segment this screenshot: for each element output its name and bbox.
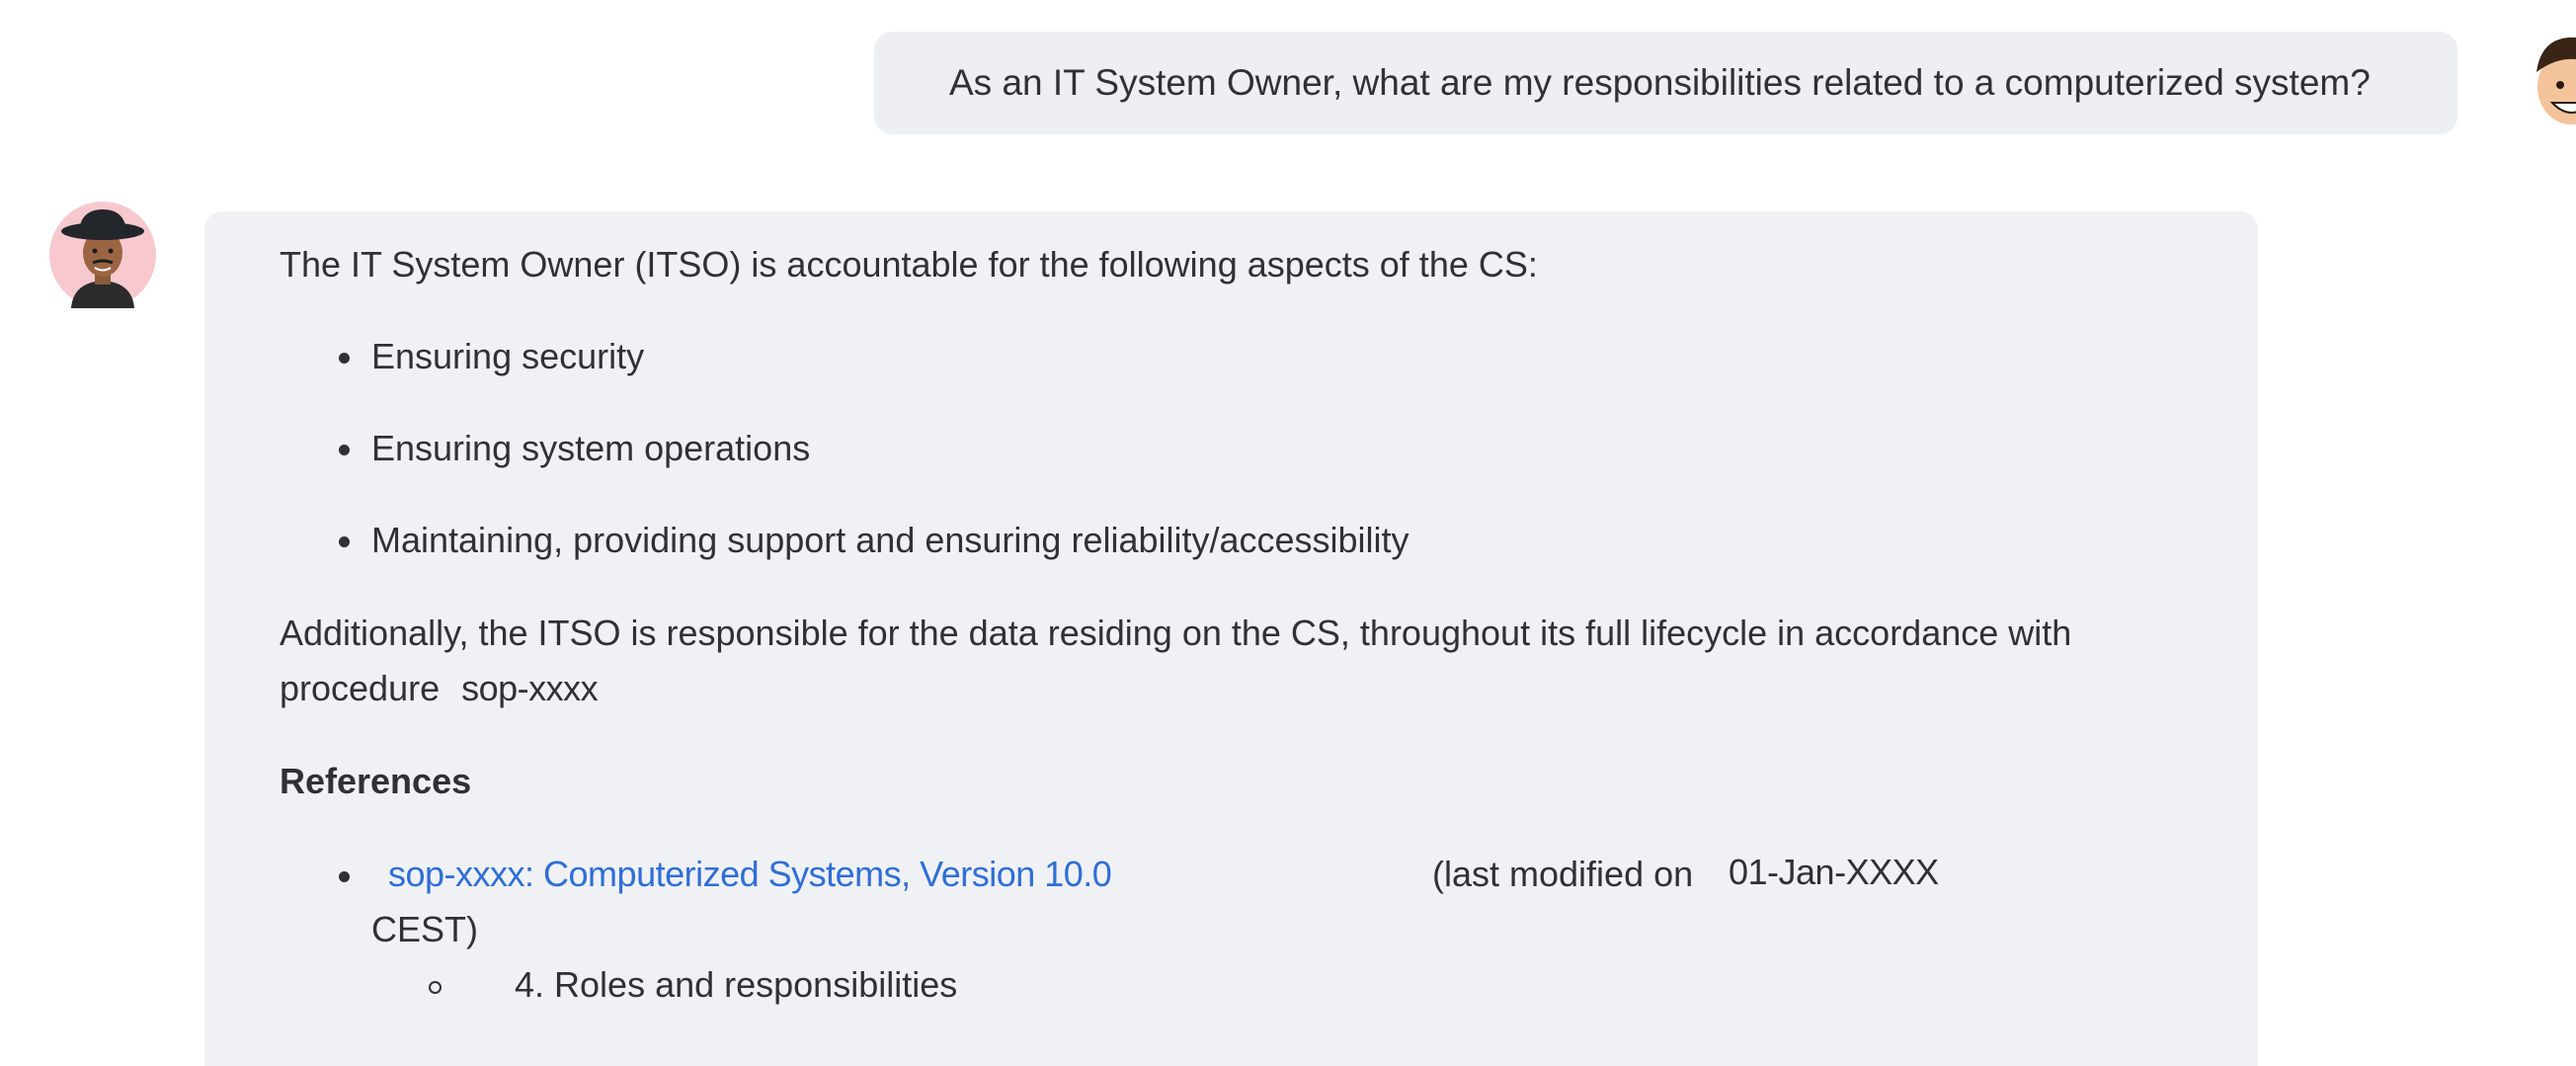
procedure-label: procedure: [280, 668, 441, 708]
bullet-item-security: Ensuring security: [371, 336, 645, 376]
bullet-icon: [339, 353, 350, 364]
user-message-text: As an IT System Owner, what are my respo…: [949, 62, 2371, 103]
assistant-avatar-icon: [49, 202, 156, 308]
bullet-icon: [339, 445, 350, 455]
sop-reference: sop-xxxx: [461, 668, 599, 708]
bullet-icon: [339, 536, 350, 547]
user-message-bubble: As an IT System Owner, what are my respo…: [874, 32, 2457, 134]
user-avatar-icon: [2520, 31, 2576, 133]
reference-modified-suffix: CEST): [371, 909, 478, 949]
bullet-item-maintaining: Maintaining, providing support and ensur…: [371, 520, 1409, 560]
reference-sub-item: 4. Roles and responsibilities: [515, 964, 958, 1005]
bullet-item-operations: Ensuring system operations: [371, 428, 811, 468]
user-avatar: [2517, 28, 2576, 136]
answer-intro: The IT System Owner (ITSO) is accountabl…: [280, 244, 1538, 285]
reference-modified-prefix: (last modified on: [1432, 854, 1694, 894]
answer-paragraph-line1: Additionally, the ITSO is responsible fo…: [280, 613, 2072, 653]
bullet-icon: [339, 871, 350, 882]
reference-modified-date: 01-Jan-XXXX: [1729, 852, 1939, 892]
chat-page: As an IT System Owner, what are my respo…: [0, 0, 2576, 1066]
reference-link[interactable]: sop-xxxx: Computerized Systems, Version …: [388, 854, 1112, 895]
assistant-avatar: [49, 202, 156, 308]
circle-bullet-icon: [429, 981, 442, 994]
answer-paragraph-line2: procedure sop-xxxx: [280, 668, 599, 709]
references-heading: References: [280, 761, 472, 801]
